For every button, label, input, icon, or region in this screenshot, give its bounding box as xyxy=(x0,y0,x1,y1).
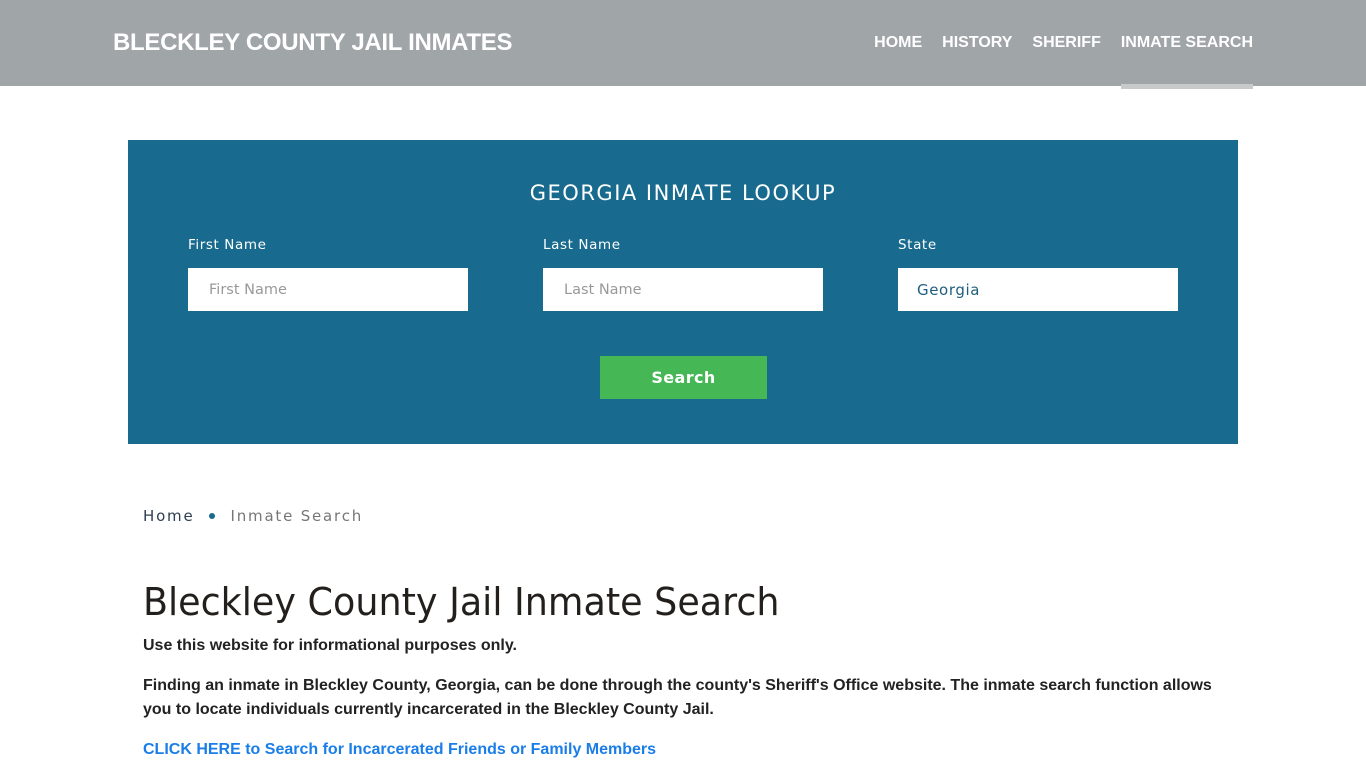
breadcrumb: Home Inmate Search xyxy=(143,507,363,525)
first-name-input[interactable] xyxy=(188,268,468,311)
breadcrumb-current: Inmate Search xyxy=(230,507,364,525)
state-select[interactable]: Georgia xyxy=(898,268,1178,311)
first-name-group: First Name xyxy=(188,237,468,311)
site-header: BLECKLEY COUNTY JAIL INMATES HOME HISTOR… xyxy=(0,0,1366,89)
state-group: State Georgia xyxy=(898,237,1178,311)
last-name-input[interactable] xyxy=(543,268,823,311)
lookup-title: GEORGIA INMATE LOOKUP xyxy=(529,181,837,205)
search-relatives-link[interactable]: CLICK HERE to Search for Incarcerated Fr… xyxy=(143,738,656,762)
last-name-label: Last Name xyxy=(543,237,621,253)
site-logo-link[interactable]: BLECKLEY COUNTY JAIL INMATES xyxy=(113,29,513,57)
intro-paragraph: Finding an inmate in Bleckley County, Ge… xyxy=(143,677,1212,718)
search-button[interactable]: Search xyxy=(600,356,767,399)
nav-history[interactable]: HISTORY xyxy=(942,0,1012,89)
breadcrumb-home[interactable]: Home xyxy=(143,507,195,525)
last-name-group: Last Name xyxy=(543,237,823,311)
page-title: Bleckley County Jail Inmate Search xyxy=(143,580,780,624)
state-label: State xyxy=(898,237,937,253)
disclaimer-text: Use this website for informational purpo… xyxy=(143,637,517,654)
nav-sheriff[interactable]: SHERIFF xyxy=(1032,0,1100,89)
breadcrumb-separator-icon xyxy=(208,513,215,519)
first-name-label: First Name xyxy=(188,237,267,253)
nav-inmate-search[interactable]: INMATE SEARCH xyxy=(1120,0,1253,89)
nav-home[interactable]: HOME xyxy=(874,0,922,89)
main-nav: HOME HISTORY SHERIFF INMATE SEARCH xyxy=(854,0,1253,89)
